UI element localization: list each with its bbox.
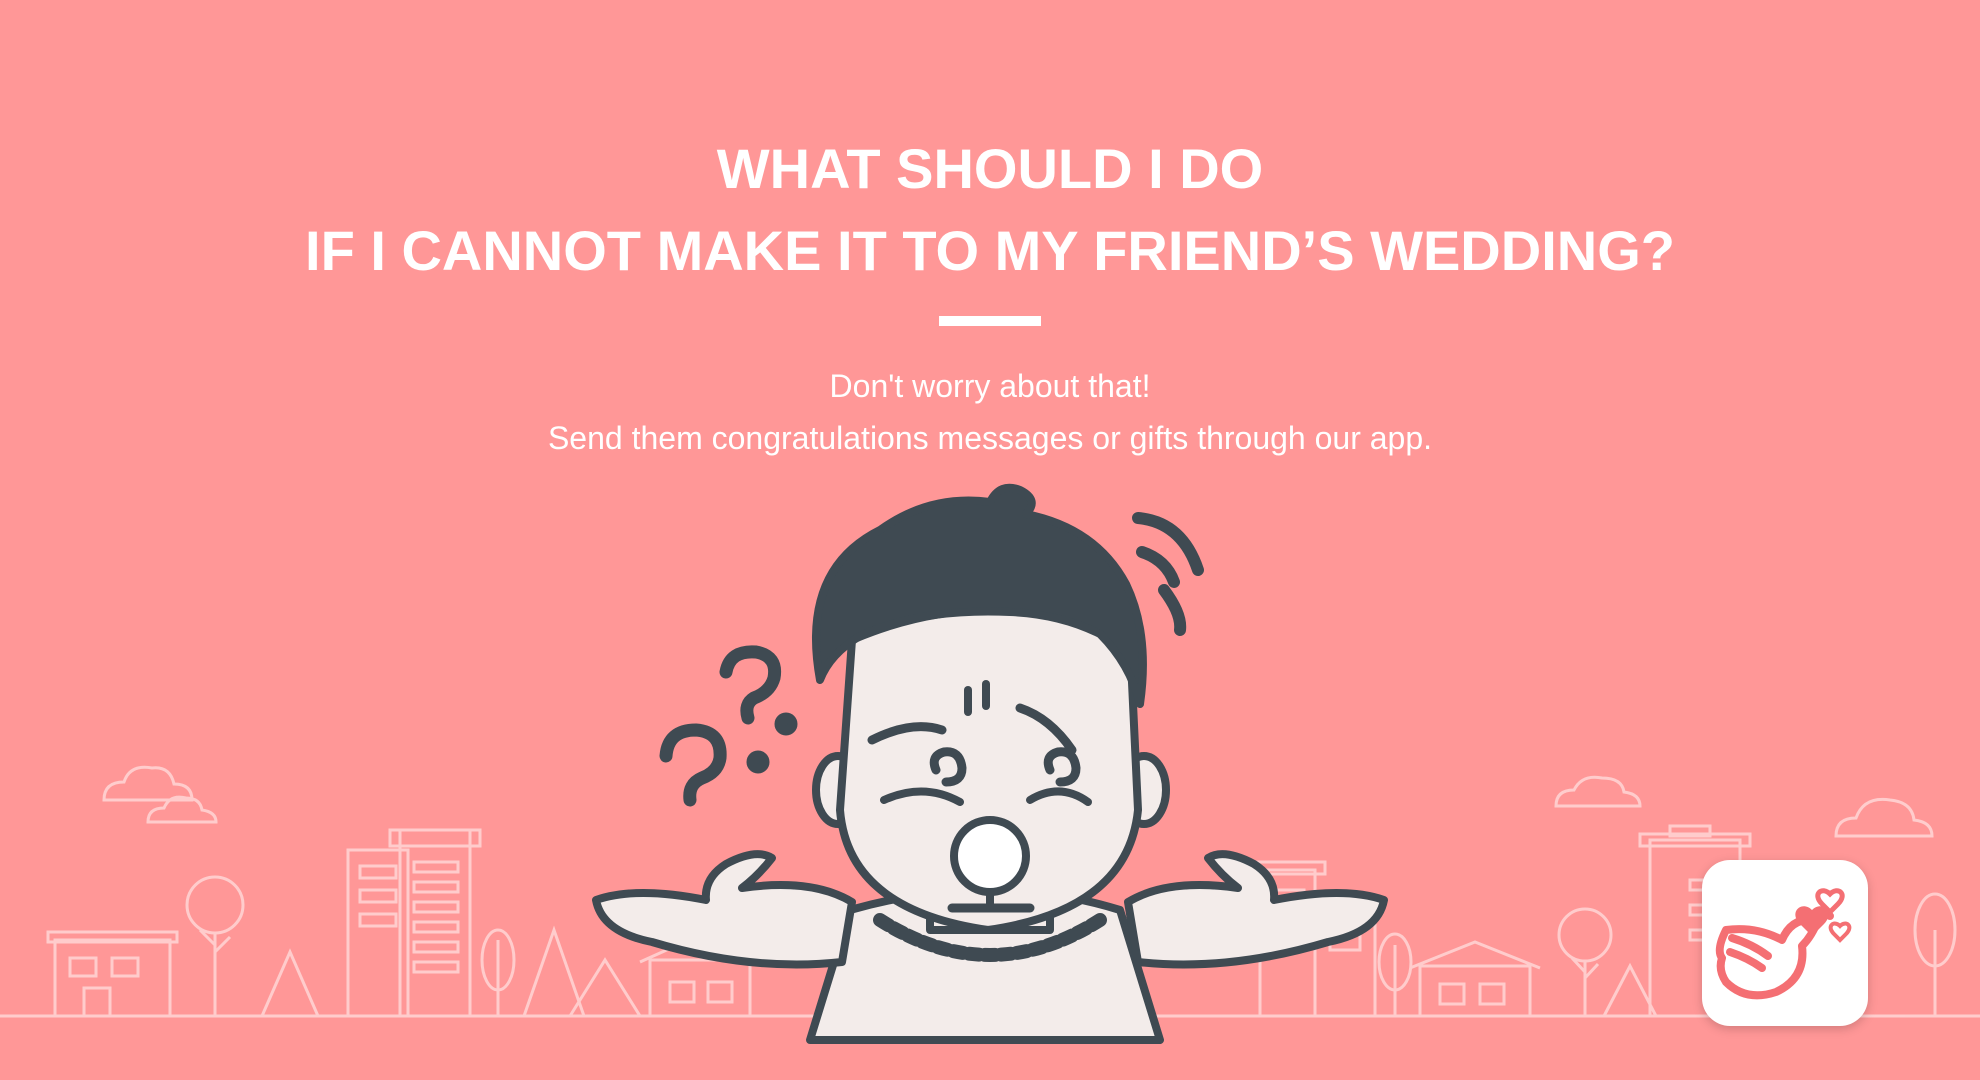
illustration bbox=[0, 483, 1980, 1044]
question-marks-icon bbox=[659, 645, 798, 807]
app-icon[interactable] bbox=[1702, 860, 1868, 1026]
dove-with-hearts-icon bbox=[1715, 888, 1852, 1000]
